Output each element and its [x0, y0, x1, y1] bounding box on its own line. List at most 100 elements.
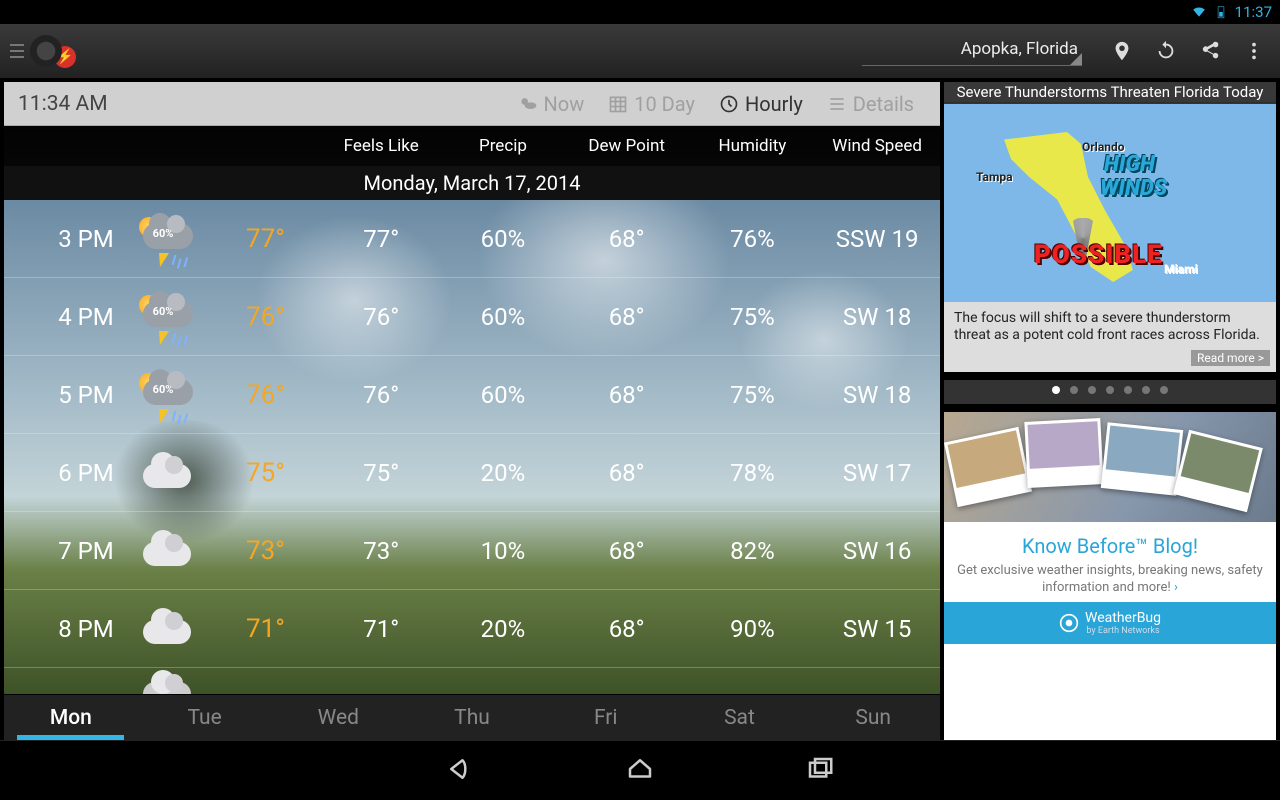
hour-dew: 68°	[563, 225, 691, 253]
view-header: 11:34 AM Now 10 Day Hourly Details	[4, 82, 940, 126]
page-dot[interactable]	[1052, 386, 1060, 394]
hour-precip: 20%	[443, 459, 563, 487]
page-dot[interactable]	[1070, 386, 1078, 394]
hour-time: 5 PM	[4, 381, 122, 409]
hour-time: 6 PM	[4, 459, 122, 487]
menu-icon[interactable]	[10, 42, 24, 60]
page-dot[interactable]	[1106, 386, 1114, 394]
day-tab[interactable]: Tue	[138, 695, 272, 740]
hour-humidity: 90%	[691, 615, 815, 643]
thunderstorm-icon: 60%	[135, 215, 199, 263]
hour-feels: 71°	[319, 615, 443, 643]
hour-dew: 68°	[563, 615, 691, 643]
blog-card[interactable]: Know Before™ Blog! Get exclusive weather…	[944, 412, 1276, 740]
news-hero-image: Severe Thunderstorms Threaten Florida To…	[944, 82, 1276, 302]
hour-precip: 60%	[443, 303, 563, 331]
page-dot[interactable]	[1160, 386, 1168, 394]
hour-row[interactable]: 3 PM 60% 77° 77° 60% 68° 76% SSW 19	[4, 200, 940, 278]
hour-precip: 20%	[443, 615, 563, 643]
thunderstorm-icon: 60%	[135, 371, 199, 419]
back-icon[interactable]	[445, 754, 475, 784]
hour-precip: 60%	[443, 225, 563, 253]
day-tabs: MonTueWedThuFriSatSun	[4, 694, 940, 740]
list-icon	[827, 94, 847, 114]
hour-wind: SW 16	[814, 537, 940, 565]
hour-wind: SSW 19	[814, 225, 940, 253]
hour-feels: 77°	[319, 225, 443, 253]
day-tab[interactable]: Fri	[539, 695, 673, 740]
hour-dew: 68°	[563, 381, 691, 409]
refresh-icon[interactable]	[1144, 29, 1188, 73]
blog-hero	[944, 412, 1276, 522]
read-more-link[interactable]: Read more >	[1191, 350, 1270, 366]
day-tab[interactable]: Thu	[405, 695, 539, 740]
hour-precip: 60%	[443, 381, 563, 409]
thunderstorm-icon: 60%	[135, 293, 199, 341]
cloudy-icon	[137, 452, 197, 494]
date-banner: Monday, March 17, 2014	[4, 166, 940, 200]
hour-row[interactable]: 8 PM 71° 71° 20% 68° 90% SW 15	[4, 590, 940, 668]
hour-humidity: 75%	[691, 381, 815, 409]
hour-row[interactable]: 6 PM 75° 75° 20% 68° 78% SW 17	[4, 434, 940, 512]
recent-apps-icon[interactable]	[805, 754, 835, 784]
hour-wind: SW 17	[814, 459, 940, 487]
chevron-right-icon: ›	[1174, 580, 1178, 595]
battery-icon	[1213, 5, 1229, 19]
day-tab[interactable]: Sun	[806, 695, 940, 740]
app-logo-icon[interactable]	[30, 35, 62, 67]
tab-10day[interactable]: 10 Day	[596, 92, 707, 116]
hour-temp: 77°	[212, 224, 320, 254]
hour-humidity: 75%	[691, 303, 815, 331]
tab-hourly[interactable]: Hourly	[707, 92, 815, 116]
android-nav-bar	[0, 740, 1280, 796]
location-pin-icon[interactable]	[1100, 29, 1144, 73]
tab-details[interactable]: Details	[815, 92, 926, 116]
news-card[interactable]: Severe Thunderstorms Threaten Florida To…	[944, 82, 1276, 372]
day-tab[interactable]: Mon	[4, 695, 138, 740]
column-header: Feels Like Precip Dew Point Humidity Win…	[4, 126, 940, 166]
page-dot[interactable]	[1124, 386, 1132, 394]
hour-humidity: 78%	[691, 459, 815, 487]
android-status-bar: 11:37	[0, 0, 1280, 24]
hour-temp: 76°	[212, 380, 320, 410]
hour-humidity: 82%	[691, 537, 815, 565]
calendar-icon	[608, 94, 628, 114]
page-dot[interactable]	[1088, 386, 1096, 394]
hour-time: 4 PM	[4, 303, 122, 331]
clock-icon	[719, 94, 739, 114]
blog-title: Know Before™ Blog!	[954, 534, 1266, 558]
hour-temp: 73°	[212, 536, 320, 566]
day-tab[interactable]: Wed	[271, 695, 405, 740]
hour-row[interactable]: 4 PM 60% 76° 76° 60% 68° 75% SW 18	[4, 278, 940, 356]
location-dropdown[interactable]: Apopka, Florida	[862, 37, 1082, 66]
hour-row[interactable]: 5 PM 60% 76° 76° 60% 68° 75% SW 18	[4, 356, 940, 434]
location-label: Apopka, Florida	[961, 39, 1078, 59]
page-dot[interactable]	[1142, 386, 1150, 394]
hour-temp: 71°	[212, 614, 320, 644]
hour-dew: 68°	[563, 537, 691, 565]
wifi-icon	[1191, 5, 1207, 19]
pagination-dots[interactable]	[944, 380, 1276, 404]
hour-row[interactable]: 7 PM 73° 73° 10% 68° 82% SW 16	[4, 512, 940, 590]
hour-time: 8 PM	[4, 615, 122, 643]
home-icon[interactable]	[625, 754, 655, 784]
hour-time: 3 PM	[4, 225, 122, 253]
hour-feels: 76°	[319, 381, 443, 409]
news-headline: Severe Thunderstorms Threaten Florida To…	[944, 82, 1276, 103]
header-time: 11:34 AM	[18, 92, 506, 116]
weatherbug-logo-icon	[1059, 613, 1079, 633]
hour-time: 7 PM	[4, 537, 122, 565]
share-icon[interactable]	[1188, 29, 1232, 73]
action-bar: ⚡ Apopka, Florida	[0, 24, 1280, 78]
hour-wind: SW 18	[814, 303, 940, 331]
overflow-menu-icon[interactable]	[1232, 29, 1276, 73]
hour-wind: SW 15	[814, 615, 940, 643]
hourly-list[interactable]: 3 PM 60% 77° 77° 60% 68° 76% SSW 194 PM …	[4, 200, 940, 694]
hour-temp: 75°	[212, 458, 320, 488]
hour-feels: 75°	[319, 459, 443, 487]
day-tab[interactable]: Sat	[673, 695, 807, 740]
cloudy-icon	[137, 608, 197, 650]
status-time: 11:37	[1235, 3, 1272, 21]
tab-now[interactable]: Now	[506, 92, 597, 116]
hour-dew: 68°	[563, 459, 691, 487]
